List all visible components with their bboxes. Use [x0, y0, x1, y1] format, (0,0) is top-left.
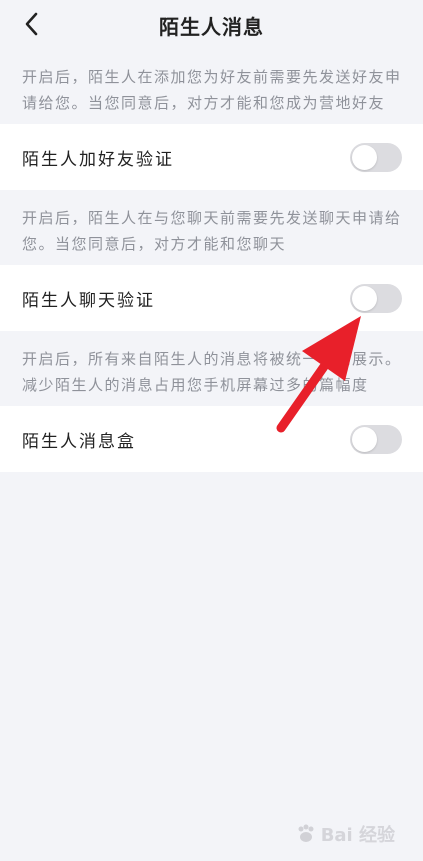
friend-verification-toggle[interactable] [350, 143, 402, 172]
watermark-text: Bai 经验 [320, 825, 395, 846]
friend-verification-row: 陌生人加好友验证 [0, 124, 423, 190]
paw-icon [298, 824, 314, 842]
chat-verification-row: 陌生人聊天验证 [0, 265, 423, 331]
message-box-description: 开启后，所有来自陌生人的消息将被统一收纳展示。减少陌生人的消息占用您手机屏幕过多… [22, 350, 402, 394]
chat-verification-label: 陌生人聊天验证 [22, 290, 155, 311]
friend-verification-label: 陌生人加好友验证 [22, 149, 174, 170]
chat-verification-toggle[interactable] [350, 284, 402, 313]
toggle-knob [352, 286, 377, 311]
message-box-label: 陌生人消息盒 [22, 431, 136, 452]
chevron-left-icon [25, 12, 38, 36]
friend-verification-description: 开启后，陌生人在添加您为好友前需要先发送好友申请给您。当您同意后，对方才能和您成… [22, 68, 402, 112]
watermark: Bai 经验 [295, 821, 395, 847]
message-box-row: 陌生人消息盒 [0, 406, 423, 472]
toggle-knob [352, 427, 377, 452]
chat-verification-description: 开启后，陌生人在与您聊天前需要先发送聊天申请给您。当您同意后，对方才能和您聊天 [22, 209, 402, 253]
message-box-toggle[interactable] [350, 425, 402, 454]
top-bar: 陌生人消息 [0, 0, 423, 56]
back-button[interactable] [18, 10, 46, 38]
page-title: 陌生人消息 [159, 14, 264, 39]
toggle-knob [352, 145, 377, 170]
